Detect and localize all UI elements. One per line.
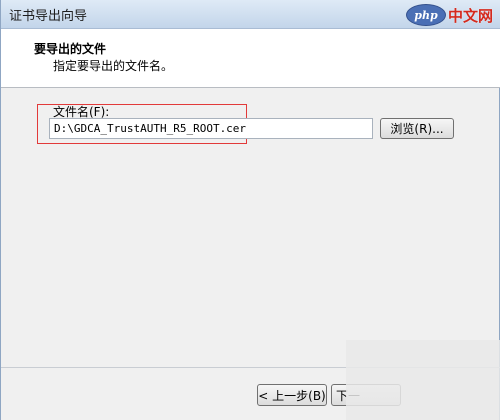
back-button[interactable]: < 上一步(B) xyxy=(257,384,327,406)
window-title: 证书导出向导 xyxy=(9,9,88,24)
wizard-header: 要导出的文件 指定要导出的文件名。 xyxy=(1,29,500,88)
header-title: 要导出的文件 xyxy=(34,42,107,56)
watermark-overlay xyxy=(346,340,500,420)
php-watermark-logo: php 中文网 xyxy=(405,4,493,26)
title-bar[interactable]: 证书导出向导 php 中文网 xyxy=(1,0,500,29)
browse-button[interactable]: 浏览(R)... xyxy=(380,118,454,139)
filename-input[interactable] xyxy=(49,118,373,139)
php-logo-icon: php xyxy=(405,4,446,26)
header-subtitle: 指定要导出的文件名。 xyxy=(53,59,174,73)
watermark-site-text: 中文网 xyxy=(447,6,493,25)
wizard-window: 证书导出向导 php 中文网 要导出的文件 指定要导出的文件名。 文件名(F):… xyxy=(0,0,500,420)
